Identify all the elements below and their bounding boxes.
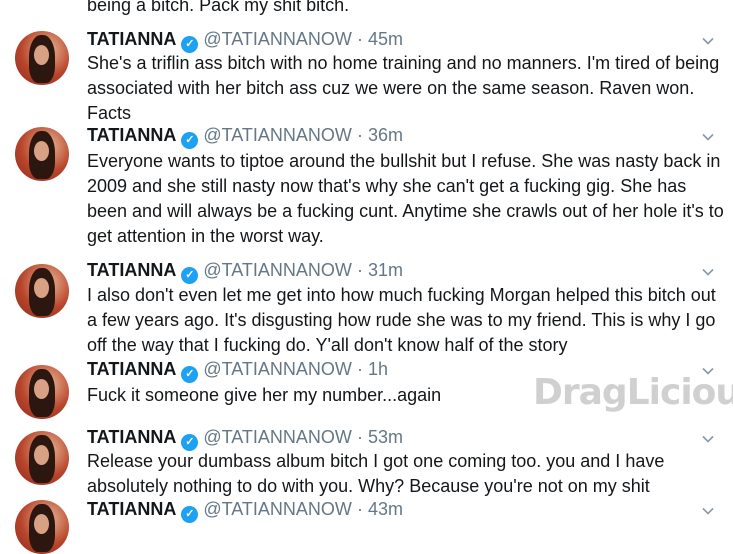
chevron-down-icon[interactable]: [700, 264, 716, 280]
tweet-text: She's a triflin ass bitch with no home t…: [87, 53, 720, 123]
top-text: being a bitch. Pack my shit bitch.: [87, 0, 350, 15]
tweet-header: TATIANNA ✓ @TATIANNANOW · 36m: [87, 123, 403, 149]
display-name[interactable]: TATIANNA: [87, 359, 176, 379]
tweet-header: TATIANNA ✓ @TATIANNANOW · 1h: [87, 357, 388, 383]
separator-dot: ·: [356, 359, 363, 379]
avatar[interactable]: [15, 264, 69, 318]
avatar[interactable]: [15, 431, 69, 485]
avatar[interactable]: [15, 31, 69, 85]
display-name[interactable]: TATIANNA: [87, 29, 176, 49]
verified-badge-icon: ✓: [181, 366, 199, 383]
user-handle[interactable]: @TATIANNANOW: [203, 260, 352, 280]
tweet-header: TATIANNA ✓ @TATIANNANOW · 53m: [87, 425, 403, 451]
user-handle[interactable]: @TATIANNANOW: [203, 29, 352, 49]
watermark: DragLicious: [533, 372, 733, 413]
tweet-header: TATIANNA ✓ @TATIANNANOW · 43m: [87, 497, 403, 523]
verified-badge-icon: ✓: [181, 506, 199, 523]
avatar[interactable]: [15, 500, 69, 554]
display-name[interactable]: TATIANNA: [87, 260, 176, 280]
tweet-text: Everyone wants to tiptoe around the bull…: [87, 151, 724, 246]
chevron-down-icon[interactable]: [700, 503, 716, 519]
separator-dot: ·: [356, 260, 363, 280]
timestamp[interactable]: 1h: [368, 359, 388, 379]
avatar[interactable]: [15, 127, 69, 181]
separator-dot: ·: [356, 499, 363, 519]
separator-dot: ·: [356, 125, 363, 145]
separator-dot: ·: [356, 427, 363, 447]
verified-badge-icon: ✓: [181, 132, 199, 149]
user-handle[interactable]: @TATIANNANOW: [203, 125, 352, 145]
tweet-header: TATIANNA ✓ @TATIANNANOW · 45m: [87, 27, 403, 53]
chevron-down-icon[interactable]: [700, 431, 716, 447]
timestamp[interactable]: 45m: [368, 29, 403, 49]
user-handle[interactable]: @TATIANNANOW: [203, 427, 352, 447]
timestamp[interactable]: 53m: [368, 427, 403, 447]
display-name[interactable]: TATIANNA: [87, 499, 176, 519]
timestamp[interactable]: 36m: [368, 125, 403, 145]
chevron-down-icon[interactable]: [700, 33, 716, 49]
user-handle[interactable]: @TATIANNANOW: [203, 359, 352, 379]
avatar[interactable]: [15, 365, 69, 419]
user-handle[interactable]: @TATIANNANOW: [203, 499, 352, 519]
display-name[interactable]: TATIANNA: [87, 427, 176, 447]
display-name[interactable]: TATIANNA: [87, 125, 176, 145]
timestamp[interactable]: 43m: [368, 499, 403, 519]
chevron-down-icon[interactable]: [700, 129, 716, 145]
verified-badge-icon: ✓: [181, 267, 199, 284]
tweet-text: Release your dumbass album bitch I got o…: [87, 451, 665, 496]
tweet-header: TATIANNA ✓ @TATIANNANOW · 31m: [87, 258, 403, 284]
separator-dot: ·: [356, 29, 363, 49]
timestamp[interactable]: 31m: [368, 260, 403, 280]
tweet-text: I also don't even let me get into how mu…: [87, 285, 716, 355]
